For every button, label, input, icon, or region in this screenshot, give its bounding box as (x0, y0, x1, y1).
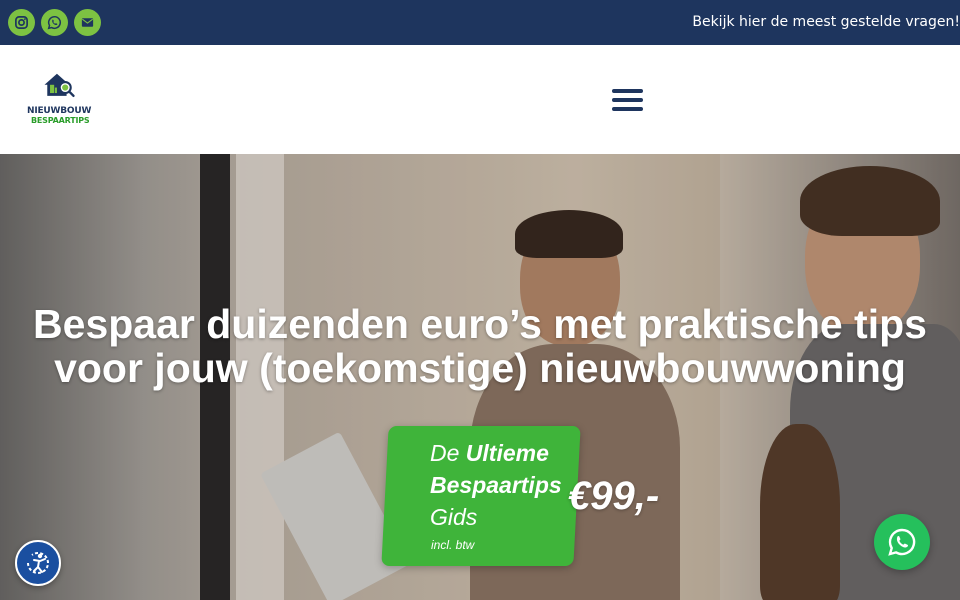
social-links (8, 9, 101, 36)
promo-price: €99,- (568, 474, 660, 518)
logo-text-top: NIEUWBOUW (27, 106, 92, 116)
instagram-icon (15, 16, 28, 29)
faq-link[interactable]: Bekijk hier de meest gestelde vragen! (692, 0, 960, 45)
promo-title-line2: Bespaartips (430, 472, 562, 498)
accessibility-icon (27, 552, 49, 574)
whatsapp-button[interactable] (41, 9, 68, 36)
instagram-button[interactable] (8, 9, 35, 36)
promo-title-line3: Gids (430, 504, 478, 530)
hamburger-menu-icon-bar (612, 98, 643, 102)
email-button[interactable] (74, 9, 101, 36)
whatsapp-icon (47, 15, 61, 30)
promo-vat-note: incl. btw (431, 538, 475, 552)
hero-title-line1: Bespaar duizenden euro’s met praktische … (33, 301, 927, 347)
promo-title-bold: Ultieme (465, 440, 549, 466)
site-header (0, 45, 960, 154)
whatsapp-chat-button[interactable] (874, 514, 930, 570)
promo-title-line1: De Ultieme (430, 440, 549, 466)
hamburger-menu-icon-bar (612, 107, 643, 111)
top-bar: Bekijk hier de meest gestelde vragen! (0, 0, 960, 45)
hero-title: Bespaar duizenden euro’s met praktische … (0, 302, 960, 390)
whatsapp-icon (888, 528, 916, 556)
hero-title-line2: voor jouw (toekomstige) nieuwbouwwoning (54, 345, 906, 391)
accessibility-button[interactable] (15, 540, 61, 586)
logo-text-bottom: BESPAARTIPS (31, 116, 90, 125)
logo-house-icon[interactable] (24, 71, 94, 111)
hamburger-menu-button[interactable] (610, 85, 646, 115)
envelope-icon (81, 18, 94, 27)
hamburger-menu-icon (612, 89, 643, 93)
